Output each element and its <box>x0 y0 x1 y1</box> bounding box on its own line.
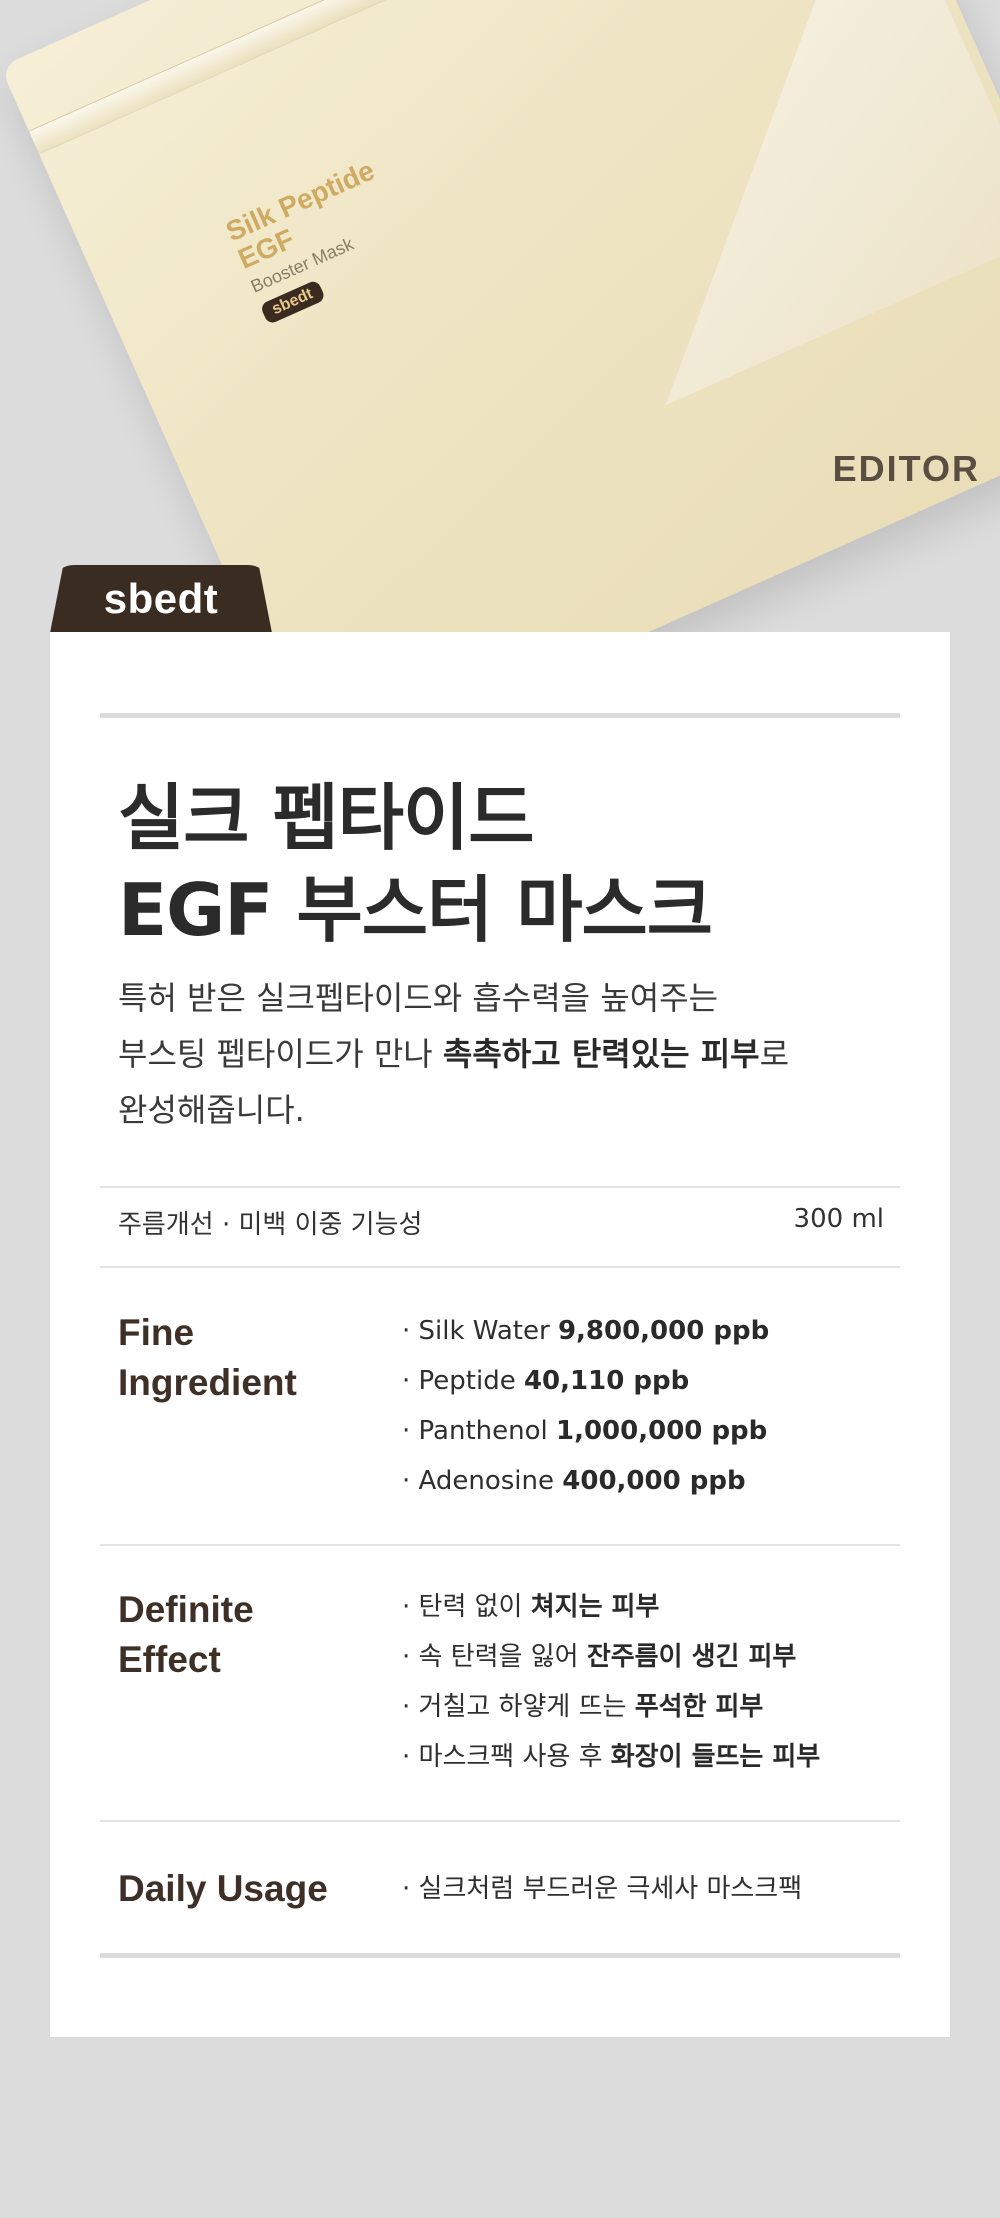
title-line2: EGF 부스터 마스크 <box>118 868 713 952</box>
ingredient-name: · Panthenol <box>402 1416 556 1446</box>
list-item: · 거칠고 하얗게 뜨는 푸석한 피부 <box>402 1682 820 1732</box>
brand-tab: sbedt <box>50 565 272 633</box>
ingredient-amount: 400,000 ppb <box>562 1466 746 1496</box>
meta-row: 주름개선 · 미백 이중 기능성 300 ml <box>118 1204 884 1241</box>
effect-text: · 탄력 없이 <box>402 1592 531 1622</box>
effect-text: · 마스크팩 사용 후 <box>402 1742 611 1772</box>
list-item: · 탄력 없이 쳐지는 피부 <box>402 1582 820 1632</box>
volume-label: 300 ml <box>793 1204 884 1234</box>
bottom-divider <box>100 1953 900 1958</box>
top-divider <box>100 713 900 718</box>
ingredient-section-label: Fine Ingredient <box>118 1308 297 1408</box>
product-info-card: 실크 펩타이드 EGF 부스터 마스크 특허 받은 실크펩타이드와 흡수력을 높… <box>50 632 950 2037</box>
ingredient-amount: 40,110 ppb <box>523 1366 690 1396</box>
ingredient-divider <box>100 1544 900 1546</box>
effect-text: · 거칠고 하얗게 뜨는 <box>402 1692 635 1722</box>
ingredient-label-line1: Fine <box>118 1312 195 1353</box>
effect-divider <box>100 1820 900 1822</box>
list-item: · 마스크팩 사용 후 화장이 들뜨는 피부 <box>402 1732 820 1782</box>
ingredient-amount: 1,000,000 ppb <box>556 1416 768 1446</box>
effect-highlight: 잔주름이 생긴 피부 <box>586 1642 797 1672</box>
effect-list: · 탄력 없이 쳐지는 피부 · 속 탄력을 잃어 잔주름이 생긴 피부 · 거… <box>402 1582 820 1782</box>
product-description: 특허 받은 실크펩타이드와 흡수력을 높여주는 부스팅 펩타이드가 만나 촉촉하… <box>118 970 878 1138</box>
description-highlight: 촉촉하고 탄력있는 피부 <box>442 1035 760 1073</box>
title-line1: 실크 펩타이드 <box>118 776 535 860</box>
list-item: · Panthenol 1,000,000 ppb <box>402 1406 769 1456</box>
list-item: · 속 탄력을 잃어 잔주름이 생긴 피부 <box>402 1632 820 1682</box>
effect-label-line1: Definite <box>118 1589 254 1630</box>
description-line2: 부스팅 펩타이드가 만나 촉촉하고 탄력있는 피부로 <box>118 1026 878 1082</box>
meta-bottom-divider <box>100 1266 900 1268</box>
mask-pouch: Silk Peptide EGF Booster Mask sbedt <box>0 0 1000 640</box>
ingredient-name: · Peptide <box>402 1366 524 1396</box>
usage-list: · 실크처럼 부드러운 극세사 마스크팩 <box>402 1864 802 1914</box>
pouch-edge-text: EDITOR <box>832 448 980 489</box>
list-item: · Silk Water 9,800,000 ppb <box>402 1306 769 1356</box>
mask-sheet <box>491 0 1000 405</box>
pouch-label: Silk Peptide EGF Booster Mask sbedt <box>221 154 414 325</box>
ingredient-amount: 9,800,000 ppb <box>557 1316 770 1346</box>
list-item: · 실크처럼 부드러운 극세사 마스크팩 <box>402 1874 803 1904</box>
effect-highlight: 푸석한 피부 <box>634 1692 764 1722</box>
description-line2-suffix: 로 <box>759 1035 790 1073</box>
list-item: · Adenosine 400,000 ppb <box>402 1456 769 1506</box>
zipper-strip <box>28 0 862 155</box>
list-item: · Peptide 40,110 ppb <box>402 1356 769 1406</box>
usage-section-label: Daily Usage <box>118 1868 328 1909</box>
effect-label-line2: Effect <box>118 1639 221 1680</box>
effect-text: · 속 탄력을 잃어 <box>402 1642 587 1672</box>
function-label: 주름개선 · 미백 이중 기능성 <box>118 1210 423 1240</box>
page-title: 실크 펩타이드 EGF 부스터 마스크 <box>118 772 713 956</box>
effect-highlight: 쳐지는 피부 <box>530 1592 660 1622</box>
meta-top-divider <box>100 1186 900 1188</box>
ingredient-label-line2: Ingredient <box>118 1362 297 1403</box>
description-line3: 완성해줍니다. <box>118 1091 305 1129</box>
description-line1: 특허 받은 실크펩타이드와 흡수력을 높여주는 <box>118 979 719 1017</box>
product-image: Silk Peptide EGF Booster Mask sbedt EDIT… <box>0 0 1000 640</box>
ingredient-list: · Silk Water 9,800,000 ppb · Peptide 40,… <box>402 1306 769 1506</box>
brand-tab-label: sbedt <box>103 575 219 622</box>
description-line2-prefix: 부스팅 펩타이드가 만나 <box>118 1035 443 1073</box>
ingredient-name: · Adenosine <box>402 1466 563 1496</box>
ingredient-name: · Silk Water <box>402 1316 558 1346</box>
effect-section-label: Definite Effect <box>118 1585 254 1685</box>
effect-highlight: 화장이 들뜨는 피부 <box>610 1742 821 1772</box>
